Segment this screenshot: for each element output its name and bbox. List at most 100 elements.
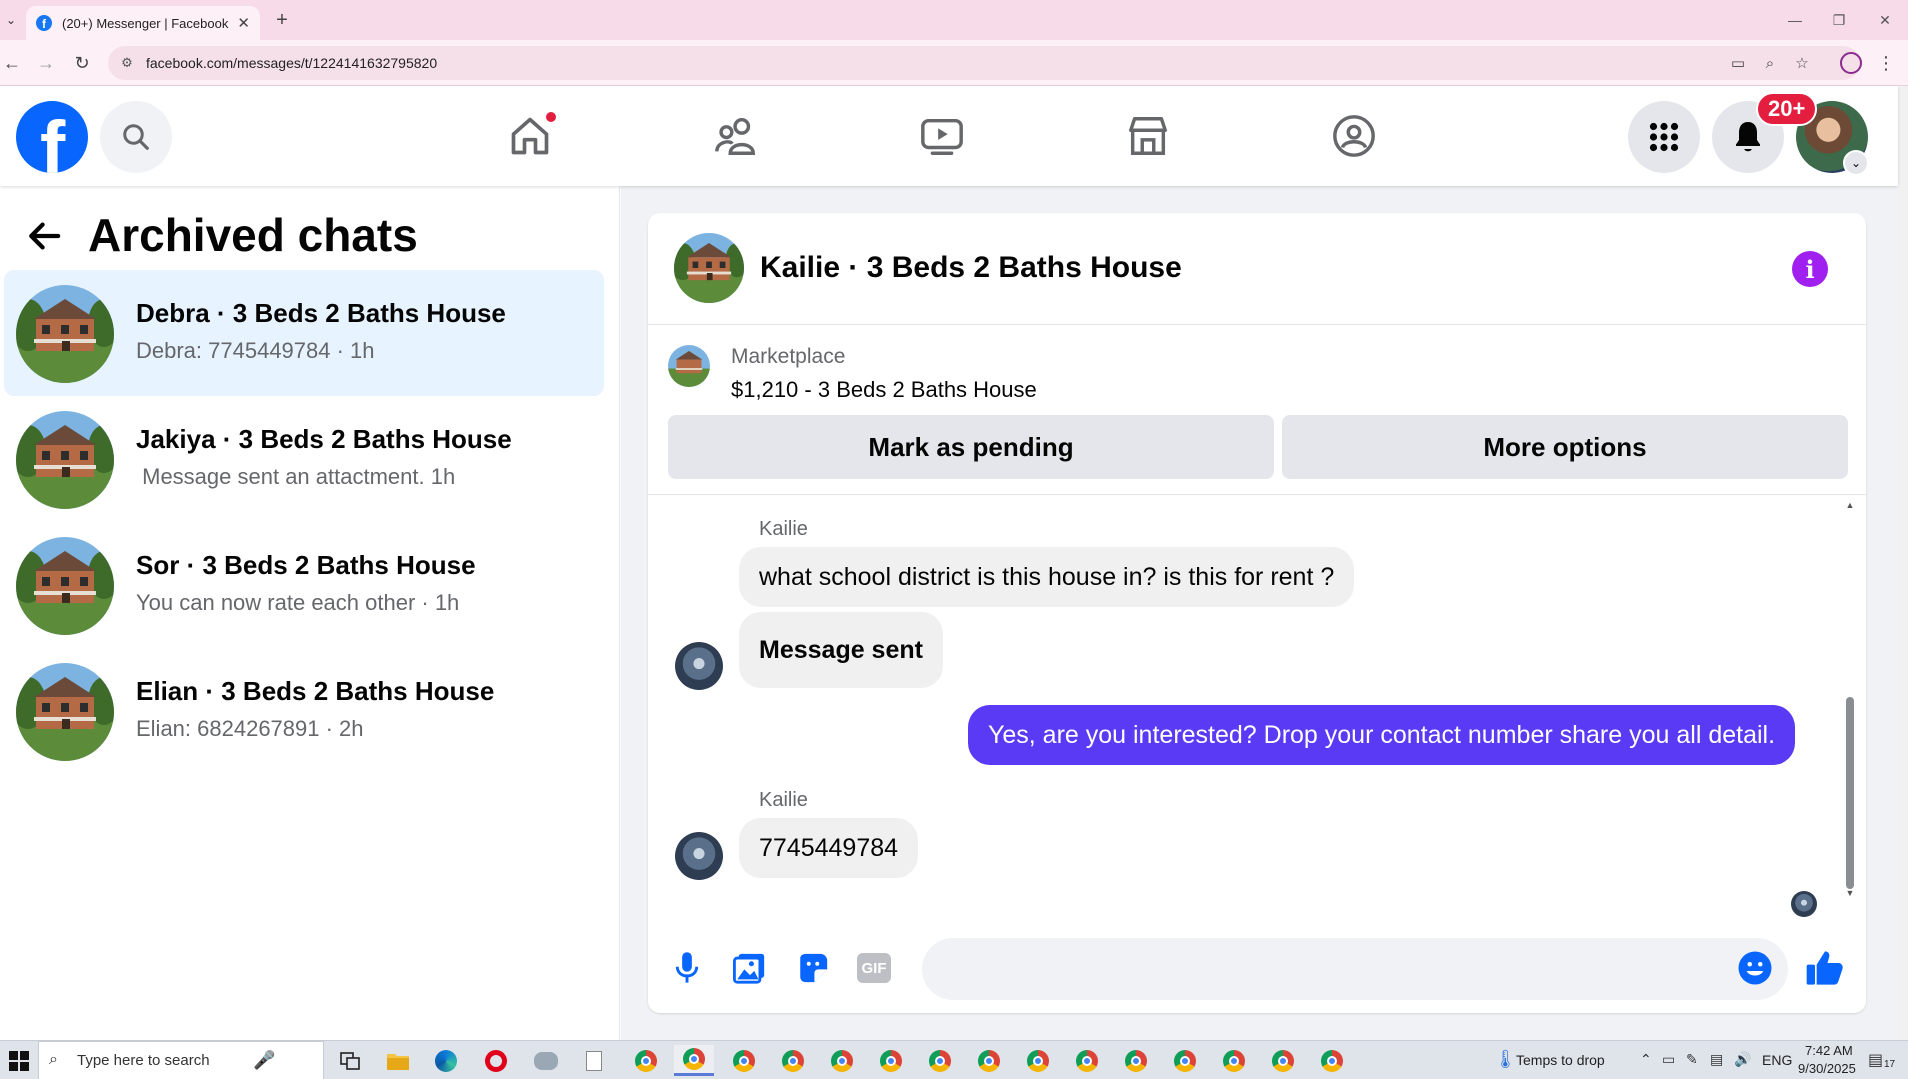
watch-video-icon[interactable] [912,106,972,166]
chrome-icon[interactable] [822,1045,862,1076]
browser-tab[interactable]: f (20+) Messenger | Facebook ✕ [26,6,260,40]
menu-grid-icon[interactable] [1628,101,1700,173]
chrome-icon[interactable] [871,1045,911,1076]
listing-title[interactable]: $1,210 - 3 Beds 2 Baths House [731,377,1037,403]
close-window-button[interactable]: ✕ [1870,8,1900,32]
contact-avatar[interactable] [675,832,723,880]
chrome-icon[interactable] [674,1045,714,1076]
message-scrollbar[interactable]: ▲ ▼ [1844,499,1856,899]
bookmark-star-icon[interactable]: ☆ [1792,53,1812,73]
restore-button[interactable]: ❐ [1824,8,1854,32]
thumbs-up-like-icon[interactable] [1800,943,1850,993]
chrome-icon[interactable] [920,1045,960,1076]
tab-search-chevron-icon[interactable]: ⌄ [0,8,22,32]
gif-label: GIF [857,953,891,983]
new-tab-button[interactable]: + [270,8,294,32]
chat-item-jakiya[interactable]: Jakiya · 3 Beds 2 Baths House Message se… [4,396,604,522]
scrollbar-thumb[interactable] [1846,697,1854,889]
reload-icon[interactable]: ↻ [70,51,94,75]
chrome-logo [1223,1049,1245,1072]
microphone-icon[interactable] [662,943,712,993]
chrome-icon[interactable] [1018,1045,1058,1076]
seen-receipt-avatar [1791,891,1817,917]
gif-icon[interactable]: GIF [849,943,899,993]
emoji-icon[interactable] [1730,943,1780,993]
incoming-message[interactable]: Message sent [739,612,943,688]
message-sender: Kailie [759,518,808,540]
facebook-favicon-icon: f [36,15,52,31]
chat-preview: Elian: 6824267891 · 2h [136,716,364,741]
info-icon[interactable]: i [1792,251,1828,287]
scroll-up-icon[interactable]: ▲ [1844,499,1856,511]
network-icon[interactable]: ▤ [1710,1051,1723,1068]
conversation-house-thumbnail[interactable] [674,233,744,303]
chrome-icon[interactable] [1214,1045,1254,1076]
language-indicator[interactable]: ENG [1762,1052,1792,1068]
pen-icon[interactable]: ✎ [1686,1051,1698,1068]
back-arrow-icon[interactable] [26,218,62,254]
contact-avatar[interactable] [675,642,723,690]
chrome-icon[interactable] [773,1045,813,1076]
file-explorer-icon[interactable] [378,1045,418,1076]
chrome-logo [733,1049,755,1072]
more-options-button[interactable]: More options [1282,415,1848,479]
chrome-icon[interactable] [1116,1045,1156,1076]
chrome-icon[interactable] [1312,1045,1352,1076]
site-info-icon[interactable]: ⚙ [118,54,136,72]
url-text[interactable]: facebook.com/messages/t/1224141632795820 [146,55,437,71]
chrome-icon[interactable] [724,1045,764,1076]
browser-menu-icon[interactable]: ⋮ [1876,52,1896,74]
mark-as-pending-button[interactable]: Mark as pending [668,415,1274,479]
incoming-message[interactable]: 7745449784 [739,818,919,878]
chrome-logo [831,1049,853,1072]
chrome-icon[interactable] [969,1045,1009,1076]
chrome-logo [683,1048,705,1070]
friends-icon[interactable] [706,106,766,166]
volume-icon[interactable]: 🔊 [1734,1051,1751,1068]
browser-profile-icon[interactable] [1840,52,1862,74]
scroll-down-icon[interactable]: ▼ [1844,887,1856,899]
tab-close-icon[interactable]: ✕ [237,14,250,32]
windows-start-icon[interactable] [0,1041,38,1079]
action-center-icon[interactable]: ▤ [1868,1050,1883,1070]
account-chevron-down-icon[interactable]: ⌄ [1843,150,1869,176]
chat-item-debra[interactable]: Debra · 3 Beds 2 Baths House Debra: 7745… [4,270,604,396]
opera-browser-icon[interactable] [476,1045,516,1076]
house-thumbnail [16,285,114,383]
search-icon[interactable] [100,101,172,173]
back-icon[interactable]: ← [0,51,24,75]
document-icon[interactable] [574,1045,614,1076]
zoom-icon[interactable]: ⌕ [1760,53,1780,73]
conversation-title[interactable]: Kailie · 3 Beds 2 Baths House [760,251,1182,285]
show-hidden-icons-chevron-icon[interactable]: ⌃ [1640,1051,1652,1068]
omnibox[interactable]: ⚙ facebook.com/messages/t/12241416327958… [108,46,1860,80]
edge-browser-icon[interactable] [426,1045,466,1076]
app-icon[interactable] [526,1045,566,1076]
chat-item-sor[interactable]: Sor · 3 Beds 2 Baths House You can now r… [4,522,604,648]
chrome-icon[interactable] [626,1045,666,1076]
weather-text[interactable]: Temps to drop [1516,1052,1605,1068]
clock-time[interactable]: 7:42 AM [1805,1043,1853,1058]
minimize-button[interactable]: — [1780,8,1810,32]
chrome-icon[interactable] [1263,1045,1303,1076]
groups-icon[interactable] [1324,106,1384,166]
task-view-icon[interactable] [330,1045,370,1076]
facebook-logo[interactable]: f [16,101,88,173]
outgoing-message[interactable]: Yes, are you interested? Drop your conta… [968,705,1796,765]
taskbar-search-box[interactable]: ⌕ Type here to search 🎤 [38,1041,324,1079]
incoming-message[interactable]: what school district is this house in? i… [739,547,1355,607]
page-scrollbar[interactable] [1898,86,1908,1040]
forward-icon[interactable]: → [34,51,58,75]
chrome-icon[interactable] [1165,1045,1205,1076]
thermometer-icon[interactable]: 🌡 [1494,1049,1517,1070]
chrome-icon[interactable] [1067,1045,1107,1076]
message-input[interactable] [922,938,1788,1000]
taskbar-search-icon: ⌕ [49,1051,58,1068]
clock-date[interactable]: 9/30/2025 [1798,1061,1856,1076]
sticker-icon[interactable] [788,943,838,993]
meet-now-icon[interactable]: ▭ [1662,1051,1675,1068]
marketplace-icon[interactable] [1118,106,1178,166]
chat-item-elian[interactable]: Elian · 3 Beds 2 Baths House Elian: 6824… [4,648,604,774]
install-app-icon[interactable]: ▭ [1728,53,1748,73]
photo-attach-icon[interactable] [725,943,775,993]
